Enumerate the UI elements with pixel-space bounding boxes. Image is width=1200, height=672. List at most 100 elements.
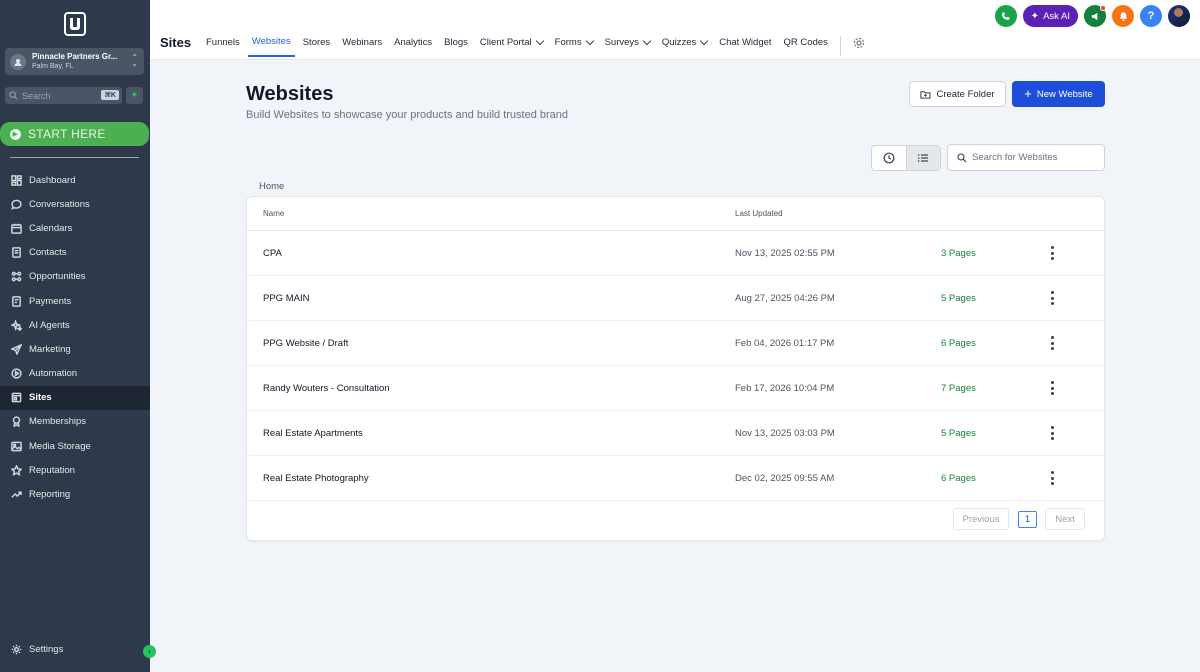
sidebar-item-label: Calendars [29,222,73,234]
breadcrumb-home[interactable]: Home [259,181,284,192]
sidebar-item-dashboard[interactable]: Dashboard [0,168,150,192]
sidebar-item-calendars[interactable]: Calendars [0,216,150,240]
tab-blogs[interactable]: Blogs [444,36,468,57]
tab-label: QR Codes [783,37,828,48]
website-pages-count[interactable]: 5 Pages [941,293,976,304]
table-row[interactable]: Real Estate Apartments Nov 13, 2025 03:03… [247,411,1104,456]
search-websites-placeholder: Search for Websites [972,152,1058,163]
tab-client-portal[interactable]: Client Portal [480,36,544,57]
start-here-label: START HERE [28,127,106,141]
pagination: Previous 1 Next [953,508,1085,530]
table-row[interactable]: CPA Nov 13, 2025 02:55 PM 3 Pages [247,231,1104,276]
star-icon [11,464,22,476]
sidebar-item-label: Reputation [29,464,75,476]
page-number-button[interactable]: 1 [1018,510,1037,528]
website-pages-count[interactable]: 3 Pages [941,248,976,259]
sidebar-item-media-storage[interactable]: Media Storage [0,434,150,458]
website-pages-count[interactable]: 5 Pages [941,428,976,439]
tab-surveys[interactable]: Surveys [604,36,652,57]
sidebar-item-label: Automation [29,368,78,380]
tab-webinars[interactable]: Webinars [342,36,382,57]
more-options-icon[interactable] [1048,246,1056,260]
help-icon[interactable]: ? [1140,5,1162,27]
tab-stores[interactable]: Stores [303,36,330,57]
table-row[interactable]: Real Estate Photography Dec 02, 2025 09:5… [247,456,1104,501]
tab-label: Quizzes [661,37,697,48]
tab-websites[interactable]: Websites [247,36,295,57]
app-logo[interactable] [64,12,86,36]
website-name[interactable]: PPG Website / Draft [263,338,348,349]
table-row[interactable]: PPG Website / Draft Feb 04, 2026 01:17 PM… [247,321,1104,366]
next-page-button[interactable]: Next [1045,508,1085,530]
start-here-button[interactable]: ▶ START HERE [0,122,149,146]
website-name[interactable]: PPG MAIN [263,293,309,304]
website-last-updated: Aug 27, 2025 04:26 PM [735,293,835,304]
websites-table: Name Last Updated CPA Nov 13, 2025 02:55 … [246,196,1105,541]
sidebar-item-payments[interactable]: Payments [0,289,150,313]
website-pages-count[interactable]: 6 Pages [941,473,976,484]
more-options-icon[interactable] [1048,471,1056,485]
website-name[interactable]: CPA [263,248,282,259]
trend-icon [11,491,22,498]
sidebar-item-label: AI Agents [29,319,70,331]
previous-page-button[interactable]: Previous [953,508,1009,530]
sidebar-search[interactable]: Search ⌘K [5,87,122,104]
list-view-button[interactable] [905,146,940,170]
sidebar-item-reporting[interactable]: Reporting [0,482,150,506]
bell-icon[interactable] [1112,5,1134,27]
sidebar-item-settings[interactable]: Settings [11,644,63,655]
sidebar-item-automation[interactable]: Automation [0,362,150,386]
table-row[interactable]: PPG MAIN Aug 27, 2025 04:26 PM 5 Pages [247,276,1104,321]
search-shortcut: ⌘K [101,90,119,100]
megaphone-icon[interactable] [1084,5,1106,27]
website-pages-count[interactable]: 7 Pages [941,383,976,394]
tab-quizzes[interactable]: Quizzes [661,36,709,57]
tab-chat-widget[interactable]: Chat Widget [719,36,771,57]
sidebar-item-marketing[interactable]: Marketing [0,337,150,361]
sidebar-item-contacts[interactable]: Contacts [0,241,150,265]
send-icon [11,343,22,355]
sidebar-item-sites[interactable]: Sites [0,385,150,410]
tab-label: Surveys [604,37,639,48]
automation-icon [11,368,22,379]
tab-label: Chat Widget [719,37,772,48]
sidebar-item-label: Reporting [29,489,71,501]
tab-qr-codes[interactable]: QR Codes [784,36,828,57]
search-websites-input[interactable]: Search for Websites [947,144,1105,171]
sidebar-item-reputation[interactable]: Reputation [0,458,150,482]
column-last-updated: Last Updated [735,209,783,218]
website-name[interactable]: Real Estate Photography [263,473,369,484]
sidebar-item-ai-agents[interactable]: AI Agents [0,313,150,337]
collapse-sidebar-icon[interactable]: ‹ [143,645,156,658]
sparkle-icon: ✦ [1030,10,1040,22]
quick-action-sparkle-icon[interactable]: ✦ [126,87,143,104]
chat-icon [11,199,22,210]
page-subtitle: Build Websites to showcase your products… [246,109,569,121]
more-options-icon[interactable] [1048,381,1056,395]
tab-forms[interactable]: Forms [555,36,594,57]
recent-view-button[interactable] [872,146,906,170]
more-options-icon[interactable] [1048,336,1056,350]
award-icon [12,416,21,428]
more-options-icon[interactable] [1048,291,1056,305]
new-website-button[interactable]: + New Website [1012,81,1105,107]
phone-icon[interactable] [994,5,1017,27]
tab-funnels[interactable]: Funnels [206,36,240,57]
tab-analytics[interactable]: Analytics [394,36,432,57]
user-avatar[interactable] [1168,5,1190,27]
website-name[interactable]: Real Estate Apartments [263,428,363,439]
ask-ai-button[interactable]: ✦ Ask AI [1022,5,1078,27]
more-options-icon[interactable] [1048,426,1056,440]
sidebar-item-conversations[interactable]: Conversations [0,192,150,216]
create-folder-button[interactable]: Create Folder [909,81,1006,107]
website-pages-count[interactable]: 6 Pages [941,338,976,349]
sites-icon [11,392,22,403]
new-website-label: New Website [1036,88,1093,100]
account-switcher[interactable]: Pinnacle Partners Gr... Palm Bay, FL ⌃ ⌄ [5,48,144,75]
sidebar-item-opportunities[interactable]: Opportunities [0,265,150,289]
table-row[interactable]: Randy Wouters - Consultation Feb 17, 2026… [247,366,1104,411]
sidebar-item-label: Conversations [29,198,90,210]
sidebar-item-memberships[interactable]: Memberships [0,410,150,434]
website-name[interactable]: Randy Wouters - Consultation [263,383,390,394]
sites-settings-gear-icon[interactable] [853,37,865,49]
